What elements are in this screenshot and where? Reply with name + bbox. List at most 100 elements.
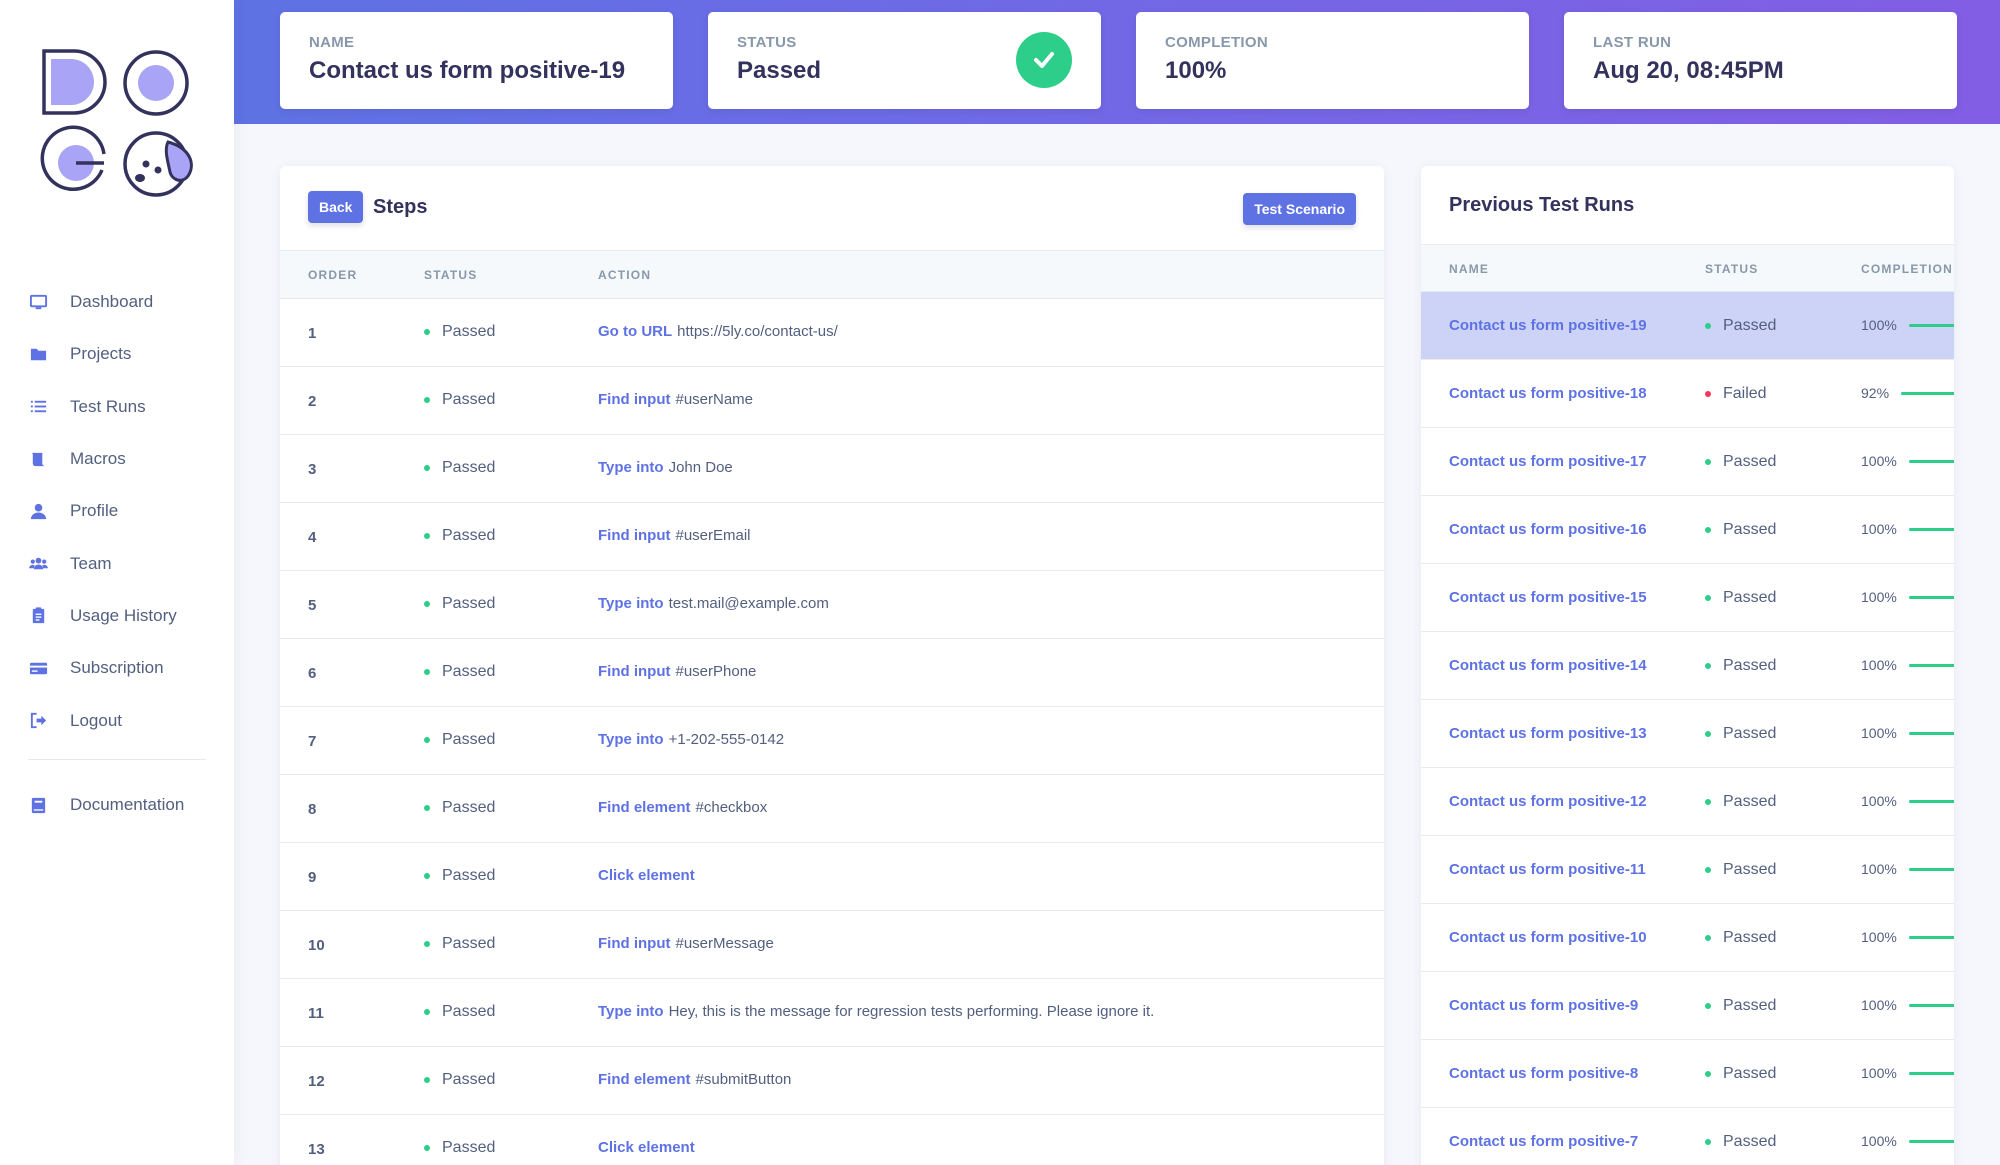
run-name-link[interactable]: Contact us form positive-19: [1449, 317, 1647, 334]
test-scenario-button[interactable]: Test Scenario: [1243, 193, 1356, 225]
sidebar-item-label: Team: [70, 553, 112, 573]
run-name-link[interactable]: Contact us form positive-17: [1449, 453, 1647, 470]
run-row[interactable]: Contact us form positive-10 Passed 100%: [1421, 904, 1954, 972]
action-verb[interactable]: Find input: [598, 527, 670, 544]
status-dot: [424, 1077, 430, 1083]
status-text: Passed: [442, 527, 496, 544]
status-text: Passed: [1723, 453, 1777, 470]
list-icon: [28, 397, 48, 417]
sidebar-item-team[interactable]: Team: [0, 537, 234, 589]
completion-text: 100%: [1861, 1133, 1897, 1149]
run-row[interactable]: Contact us form positive-17 Passed 100%: [1421, 428, 1954, 496]
run-row[interactable]: Contact us form positive-19 Passed 100%: [1421, 292, 1954, 360]
status-text: Passed: [1723, 589, 1777, 606]
action-verb[interactable]: Find element: [598, 1071, 691, 1088]
sidebar-item-subscription[interactable]: Subscription: [0, 642, 234, 694]
action-verb[interactable]: Find input: [598, 391, 670, 408]
table-row: 10 Passed Find input #userMessage: [280, 911, 1384, 979]
runs-table-body: Contact us form positive-19 Passed 100% Con…: [1421, 292, 1954, 1165]
action-verb[interactable]: Go to URL: [598, 323, 672, 340]
run-name-link[interactable]: Contact us form positive-12: [1449, 793, 1647, 810]
status-text: Passed: [1723, 521, 1777, 538]
action-verb[interactable]: Type into: [598, 731, 664, 748]
dogo-logo[interactable]: [40, 46, 210, 206]
team-icon: [28, 554, 48, 574]
action-target: #submitButton: [695, 1071, 792, 1088]
run-name-link[interactable]: Contact us form positive-14: [1449, 657, 1647, 674]
run-row[interactable]: Contact us form positive-13 Passed 100%: [1421, 700, 1954, 768]
run-name-link[interactable]: Contact us form positive-10: [1449, 929, 1647, 946]
sidebar-item-label: Profile: [70, 501, 119, 521]
sidebar-item-projects[interactable]: Projects: [0, 328, 234, 380]
completion-bar: [1908, 663, 1954, 667]
action-verb[interactable]: Type into: [598, 1003, 664, 1020]
step-order: 11: [308, 1005, 324, 1022]
run-name-link[interactable]: Contact us form positive-13: [1449, 725, 1647, 742]
action-target: https://5ly.co/contact-us/: [677, 323, 838, 340]
step-action: Find input #userPhone: [598, 663, 756, 680]
steps-table-head: ORDER STATUS ACTION: [280, 251, 1384, 299]
action-verb[interactable]: Click element: [598, 1139, 695, 1156]
run-row[interactable]: Contact us form positive-9 Passed 100%: [1421, 972, 1954, 1040]
sidebar-item-documentation[interactable]: Documentation: [0, 779, 234, 831]
completion-text: 100%: [1861, 1065, 1897, 1081]
run-name-link[interactable]: Contact us form positive-16: [1449, 521, 1647, 538]
sidebar-item-profile[interactable]: Profile: [0, 485, 234, 537]
status-dot: [424, 329, 430, 335]
sidebar-item-test-runs[interactable]: Test Runs: [0, 381, 234, 433]
run-status: Passed: [1705, 725, 1776, 743]
stat-card-name: NAME Contact us form positive-19: [280, 12, 673, 109]
sidebar-item-usage-history[interactable]: Usage History: [0, 590, 234, 642]
run-name-link[interactable]: Contact us form positive-8: [1449, 1065, 1638, 1082]
sidebar-item-label: Macros: [70, 449, 126, 469]
action-verb[interactable]: Find element: [598, 799, 691, 816]
table-row: 13 Passed Click element: [280, 1115, 1384, 1165]
run-row[interactable]: Contact us form positive-12 Passed 100%: [1421, 768, 1954, 836]
completion-text: 92%: [1861, 385, 1890, 401]
column-header-order: ORDER: [308, 268, 358, 282]
run-completion: 100%: [1861, 997, 1954, 1013]
sidebar: Dashboard Projects Test Runs Macros Prof…: [0, 0, 234, 1165]
run-row[interactable]: Contact us form positive-11 Passed 100%: [1421, 836, 1954, 904]
run-name-link[interactable]: Contact us form positive-18: [1449, 385, 1647, 402]
run-row[interactable]: Contact us form positive-14 Passed 100%: [1421, 632, 1954, 700]
status-text: Failed: [1723, 385, 1767, 402]
column-header-action: ACTION: [598, 268, 652, 282]
status-text: Passed: [442, 391, 496, 408]
previous-runs-title: Previous Test Runs: [1449, 194, 1635, 216]
step-order: 13: [308, 1141, 325, 1158]
sidebar-item-dashboard[interactable]: Dashboard: [0, 276, 234, 328]
stat-label: COMPLETION: [1165, 34, 1268, 51]
run-status: Passed: [1705, 453, 1776, 471]
status-text: Passed: [442, 459, 496, 476]
status-dot: [1705, 1071, 1711, 1077]
action-verb[interactable]: Type into: [598, 459, 664, 476]
action-verb[interactable]: Type into: [598, 595, 664, 612]
status-text: Passed: [442, 1071, 496, 1088]
run-name-link[interactable]: Contact us form positive-11: [1449, 861, 1646, 878]
step-action: Type into test.mail@example.com: [598, 595, 829, 612]
run-row[interactable]: Contact us form positive-8 Passed 100%: [1421, 1040, 1954, 1108]
run-name-link[interactable]: Contact us form positive-9: [1449, 997, 1638, 1014]
run-row[interactable]: Contact us form positive-16 Passed 100%: [1421, 496, 1954, 564]
run-row[interactable]: Contact us form positive-18 Failed 92%: [1421, 360, 1954, 428]
run-name-link[interactable]: Contact us form positive-15: [1449, 589, 1647, 606]
sidebar-item-logout[interactable]: Logout: [0, 694, 234, 746]
sidebar-item-macros[interactable]: Macros: [0, 433, 234, 485]
step-order: 10: [308, 937, 325, 954]
step-status: Passed: [424, 799, 495, 817]
status-dot: [424, 465, 430, 471]
run-row[interactable]: Contact us form positive-15 Passed 100%: [1421, 564, 1954, 632]
status-dot: [424, 805, 430, 811]
action-verb[interactable]: Find input: [598, 935, 670, 952]
sidebar-item-label: Test Runs: [70, 396, 146, 416]
run-name-link[interactable]: Contact us form positive-7: [1449, 1133, 1638, 1150]
completion-text: 100%: [1861, 725, 1897, 741]
step-status: Passed: [424, 1139, 495, 1157]
run-row[interactable]: Contact us form positive-7 Passed 100%: [1421, 1108, 1954, 1165]
action-verb[interactable]: Click element: [598, 867, 695, 884]
status-dot: [424, 1009, 430, 1015]
back-button[interactable]: Back: [308, 191, 364, 223]
run-completion: 100%: [1861, 929, 1954, 945]
action-verb[interactable]: Find input: [598, 663, 670, 680]
